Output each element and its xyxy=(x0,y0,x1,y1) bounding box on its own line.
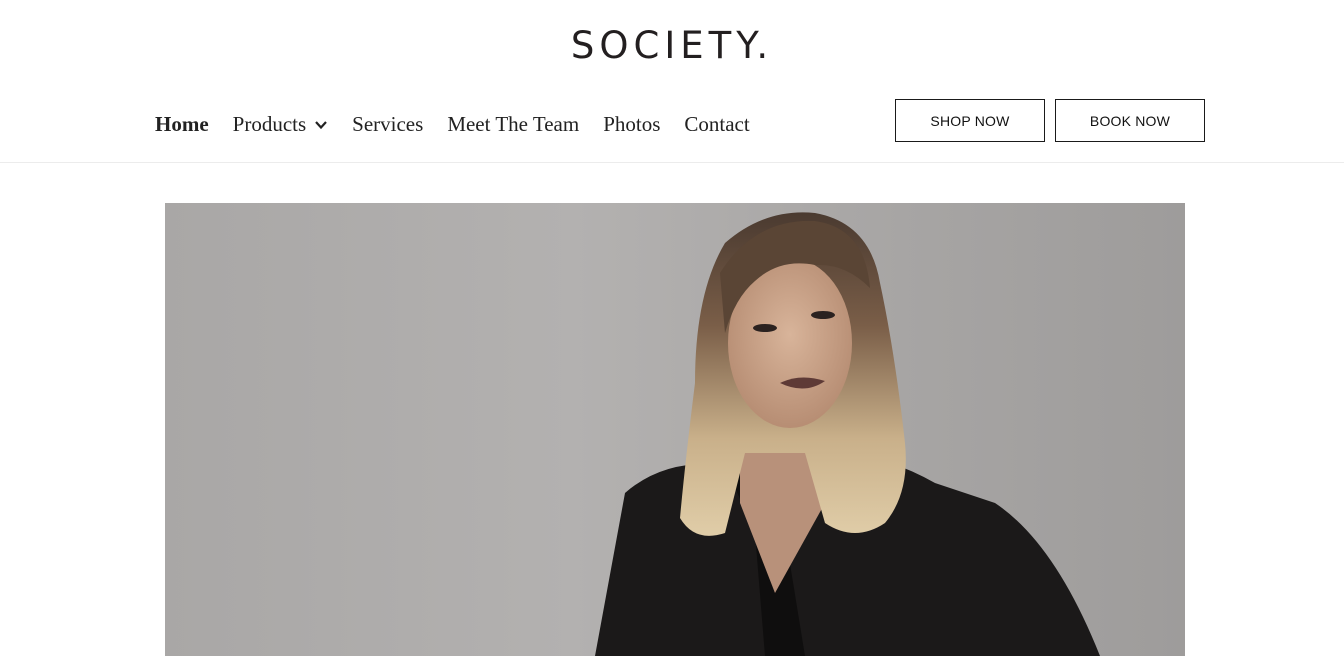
site-logo[interactable]: SOCIETY. xyxy=(0,24,1344,67)
main-nav: Home Products Services Meet The Team Pho… xyxy=(155,112,774,137)
nav-item-contact[interactable]: Contact xyxy=(684,112,749,137)
nav-item-label: Meet The Team xyxy=(447,112,580,136)
portrait-illustration xyxy=(595,212,1100,656)
nav-item-home[interactable]: Home xyxy=(155,112,209,137)
nav-item-label: Photos xyxy=(603,112,661,136)
nav-item-photos[interactable]: Photos xyxy=(603,112,660,137)
site-header: SOCIETY. Home Products Services Meet The… xyxy=(0,0,1344,163)
book-now-button[interactable]: BOOK NOW xyxy=(1055,99,1205,142)
header-actions: SHOP NOW BOOK NOW xyxy=(895,99,1205,142)
hero-image xyxy=(165,203,1185,656)
nav-item-label: Contact xyxy=(684,112,750,136)
nav-item-label: Home xyxy=(155,112,209,136)
chevron-down-icon[interactable] xyxy=(314,118,328,132)
nav-item-meet-the-team[interactable]: Meet The Team xyxy=(447,112,579,137)
shop-now-button[interactable]: SHOP NOW xyxy=(895,99,1045,142)
nav-item-services[interactable]: Services xyxy=(352,112,423,137)
nav-item-label: Products xyxy=(232,112,307,136)
nav-item-products[interactable]: Products xyxy=(233,112,329,137)
nav-item-label: Services xyxy=(352,112,424,136)
